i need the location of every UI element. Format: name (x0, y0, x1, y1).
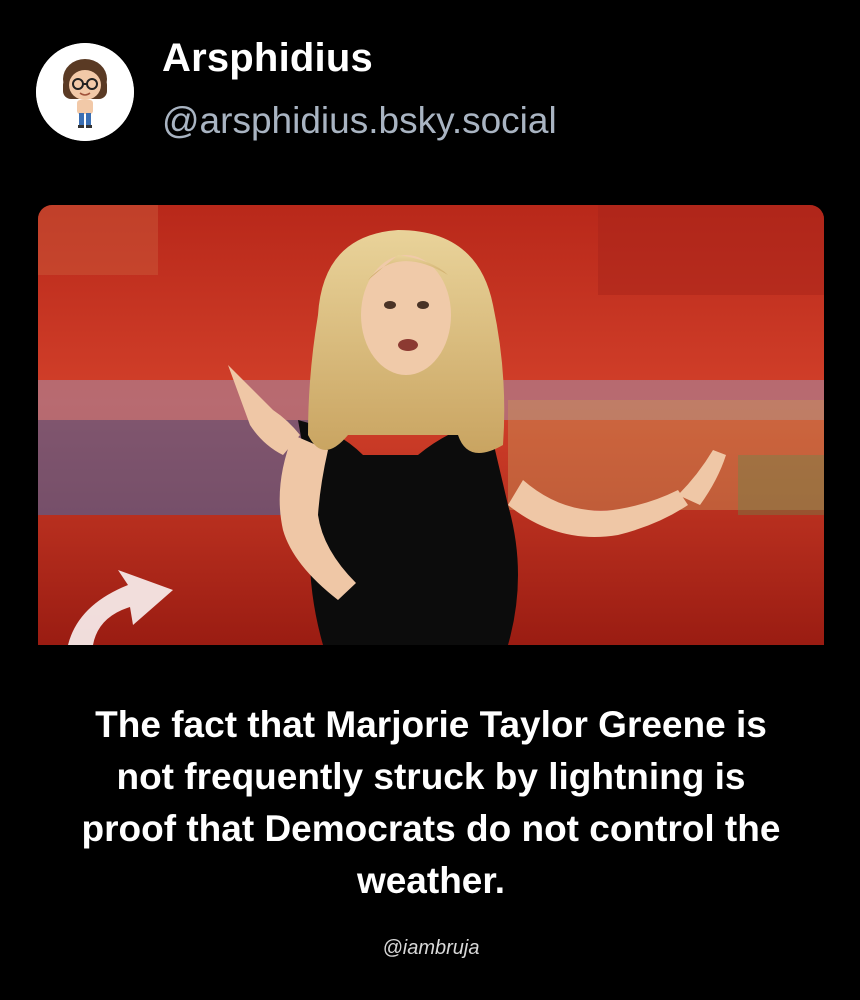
caption-credit: @iambruja (382, 937, 480, 959)
caption-area: The fact that Marjorie Taylor Greene is … (38, 645, 824, 990)
cartoon-avatar-icon (36, 43, 134, 141)
author-display-name[interactable]: Arsphidius (162, 34, 557, 82)
author-handle[interactable]: @arsphidius.bsky.social (162, 98, 557, 144)
image-embed[interactable]: The fact that Marjorie Taylor Greene is … (38, 205, 824, 990)
caption-text: The fact that Marjorie Taylor Greene is … (81, 704, 781, 901)
speaker-photo (38, 205, 824, 645)
avatar[interactable] (36, 43, 134, 141)
author-names: Arsphidius @arsphidius.bsky.social (162, 34, 557, 144)
photo-illustration (38, 205, 824, 645)
post: Arsphidius @arsphidius.bsky.social The f… (0, 0, 860, 1000)
post-header: Arsphidius @arsphidius.bsky.social (36, 36, 557, 144)
